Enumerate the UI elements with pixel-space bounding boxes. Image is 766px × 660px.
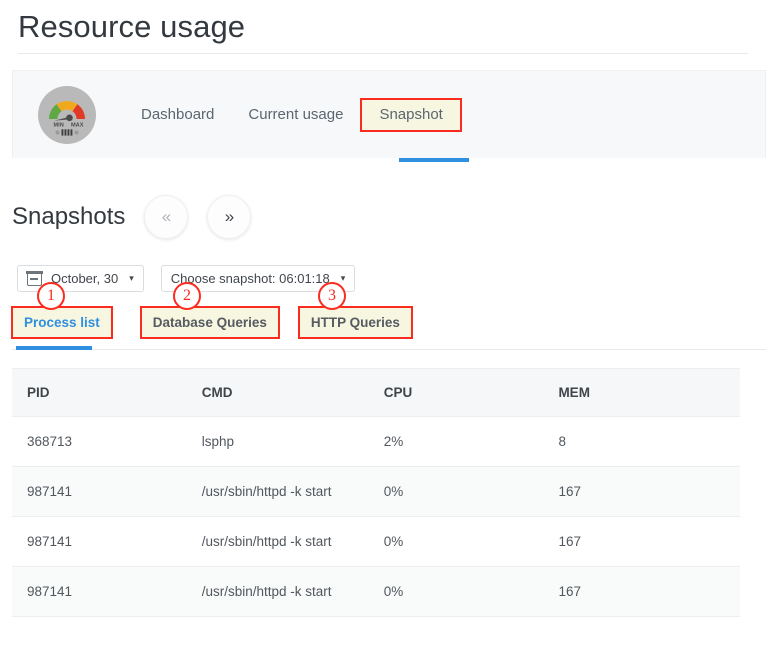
resource-usage-header-card: MIN MAX Dashboard Current usage Snapshot xyxy=(12,70,766,162)
svg-text:MIN: MIN xyxy=(54,122,64,128)
subtab-http-queries[interactable]: HTTP Queries xyxy=(297,306,413,339)
snapshots-title: Snapshots xyxy=(12,203,126,230)
subtabs-divider xyxy=(12,349,766,350)
chevron-down-icon: ▾ xyxy=(129,273,134,283)
subtabs: Process list Database Queries HTTP Queri… xyxy=(11,306,766,339)
cell-mem: 8 xyxy=(543,416,740,467)
tab-dashboard[interactable]: Dashboard xyxy=(124,100,231,130)
cell-cpu: 0% xyxy=(368,466,544,517)
page-header: Resource usage xyxy=(0,0,766,48)
annotation-badge-3: 3 xyxy=(318,282,346,310)
cell-cmd: /usr/sbin/httpd -k start xyxy=(186,466,369,517)
column-header-mem[interactable]: MEM xyxy=(543,368,740,417)
next-snapshot-button[interactable]: » xyxy=(207,195,252,239)
table-row: 987141 /usr/sbin/httpd -k start 0% 167 xyxy=(12,566,740,617)
cell-cpu: 2% xyxy=(368,416,544,467)
gauge-icon: MIN MAX xyxy=(38,85,96,144)
tab-snapshot[interactable]: Snapshot xyxy=(360,97,462,132)
page-title: Resource usage xyxy=(18,9,246,44)
column-header-pid[interactable]: PID xyxy=(12,368,187,417)
cell-pid: 368713 xyxy=(12,416,187,467)
title-divider xyxy=(18,53,748,54)
column-header-cmd[interactable]: CMD xyxy=(186,368,369,417)
annotation-badge-1: 1 xyxy=(37,282,65,310)
subtab-database-queries[interactable]: Database Queries xyxy=(139,306,280,339)
cell-pid: 987141 xyxy=(12,466,187,517)
subtab-process-list[interactable]: Process list xyxy=(11,306,113,339)
svg-text:MAX: MAX xyxy=(71,122,84,128)
active-subtab-indicator xyxy=(16,346,92,350)
subtabs-zone: 1 2 3 Process list Database Queries HTTP… xyxy=(0,282,766,358)
snapshot-selectors: October, 30 ▾ Choose snapshot: 06:01:18 … xyxy=(17,265,766,292)
cell-pid: 987141 xyxy=(12,566,187,617)
table-row: 368713 lsphp 2% 8 xyxy=(12,416,740,467)
process-table-head: PID CMD CPU MEM xyxy=(12,368,740,417)
active-tab-indicator xyxy=(399,158,469,162)
process-table: PID CMD CPU MEM 368713 lsphp 2% 8 987141… xyxy=(12,368,740,617)
cell-cpu: 0% xyxy=(368,516,544,567)
table-header-row: PID CMD CPU MEM xyxy=(12,368,740,417)
tab-current-usage[interactable]: Current usage xyxy=(231,100,360,130)
annotation-badge-2: 2 xyxy=(173,282,201,310)
cell-cmd: lsphp xyxy=(186,416,369,467)
cell-mem: 167 xyxy=(543,516,740,567)
date-select[interactable]: October, 30 ▾ xyxy=(17,265,144,292)
calendar-icon xyxy=(26,270,43,286)
column-header-cpu[interactable]: CPU xyxy=(368,368,544,417)
chevron-down-icon: ▾ xyxy=(340,273,346,283)
cell-cpu: 0% xyxy=(368,566,544,617)
cell-mem: 167 xyxy=(543,566,740,617)
process-table-body: 368713 lsphp 2% 8 987141 /usr/sbin/httpd… xyxy=(12,416,740,617)
previous-snapshot-button[interactable]: « xyxy=(144,195,189,239)
date-select-value: October, 30 xyxy=(51,271,119,286)
snapshots-heading-row: Snapshots « » xyxy=(12,195,766,239)
main-tabs: Dashboard Current usage Snapshot xyxy=(124,71,462,158)
cell-cmd: /usr/sbin/httpd -k start xyxy=(186,516,369,567)
cell-mem: 167 xyxy=(543,466,740,517)
table-row: 987141 /usr/sbin/httpd -k start 0% 167 xyxy=(12,466,740,517)
cell-pid: 987141 xyxy=(12,516,187,567)
table-row: 987141 /usr/sbin/httpd -k start 0% 167 xyxy=(12,516,740,567)
cell-cmd: /usr/sbin/httpd -k start xyxy=(186,566,369,617)
process-table-wrapper: PID CMD CPU MEM 368713 lsphp 2% 8 987141… xyxy=(12,368,740,617)
